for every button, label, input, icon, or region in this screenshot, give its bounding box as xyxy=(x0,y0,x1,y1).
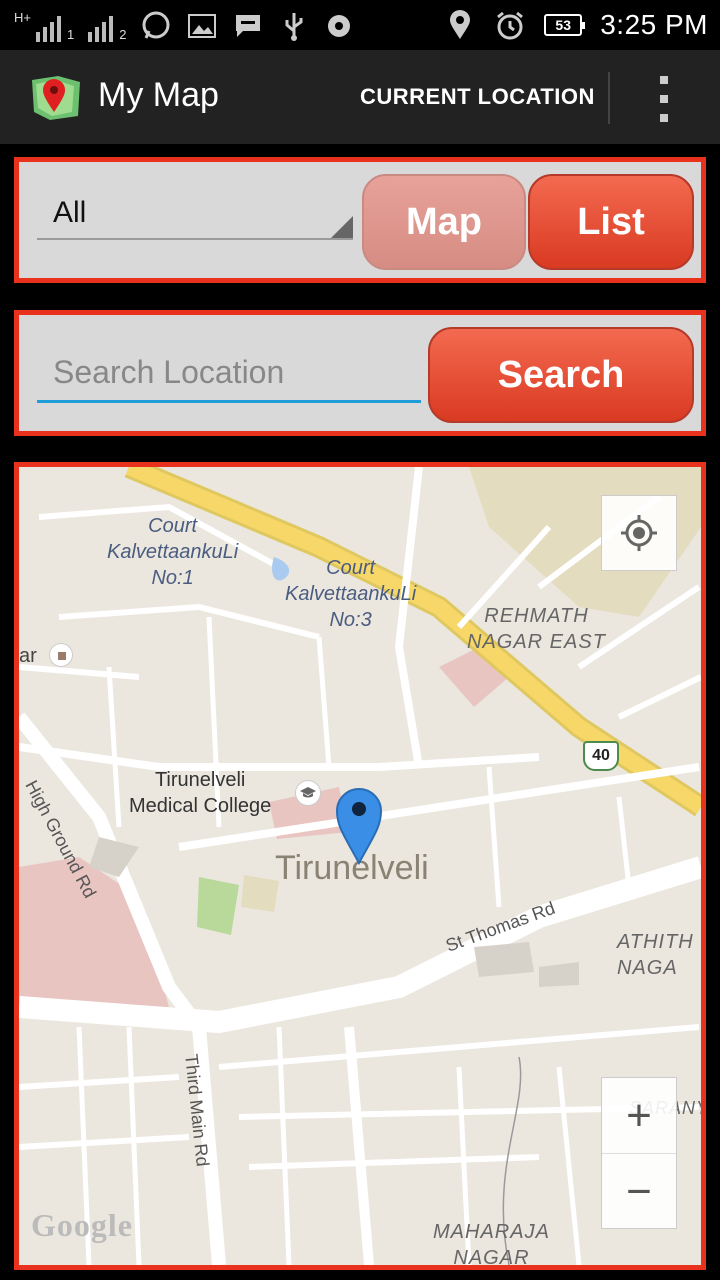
label-athith-nagar: ATHITH NAGA xyxy=(617,931,694,979)
battery-icon: 53 xyxy=(544,14,586,36)
sim2-label: 2 xyxy=(119,27,127,42)
usb-icon xyxy=(278,10,310,42)
ground-area xyxy=(241,875,279,912)
zoom-controls: + − xyxy=(601,1077,677,1229)
zoom-out-button[interactable]: − xyxy=(602,1154,676,1230)
list-button[interactable]: List xyxy=(528,174,694,270)
clock: 3:25 PM xyxy=(600,9,708,40)
zoom-in-button[interactable]: + xyxy=(602,1078,676,1154)
label-rehmath-nagar: REHMATH NAGAR EAST xyxy=(467,605,606,653)
status-bar: H+ 1 2 53 3:25 PM xyxy=(0,0,720,50)
dropdown-arrow-icon xyxy=(331,216,353,238)
alarm-icon xyxy=(494,9,526,41)
overflow-menu-icon[interactable] xyxy=(654,76,674,122)
label-court-3: Court KalvettaankuLi No:3 xyxy=(285,557,417,631)
search-button[interactable]: Search xyxy=(428,327,694,423)
location-icon xyxy=(444,9,476,41)
network-type: H+ xyxy=(14,10,31,25)
current-location-button[interactable]: CURRENT LOCATION xyxy=(360,84,595,110)
map-panel: Court KalvettaankuLi No:1 Court Kalvettaank… xyxy=(14,462,706,1270)
label-court-1: Court KalvettaankuLi No:1 xyxy=(107,515,239,589)
battery-level: 53 xyxy=(555,17,571,33)
sim1-label: 1 xyxy=(67,27,75,42)
label-medical-college: Tirunelveli Medical College xyxy=(129,769,272,817)
filter-panel: All Map List xyxy=(14,157,706,283)
label-ar: ar xyxy=(19,645,37,667)
map-view[interactable]: Court KalvettaankuLi No:1 Court Kalvettaank… xyxy=(19,467,701,1265)
status-left: H+ 1 2 xyxy=(14,8,356,42)
map-button[interactable]: Map xyxy=(362,174,526,270)
status-right: 53 3:25 PM xyxy=(444,8,708,42)
search-panel: Search xyxy=(14,310,706,436)
category-dropdown[interactable]: All xyxy=(37,174,353,240)
app-logo-icon[interactable] xyxy=(28,72,84,122)
location-pin-icon[interactable] xyxy=(335,785,383,866)
image-icon xyxy=(186,10,218,42)
message-icon xyxy=(232,10,264,42)
signal-sim1-icon: H+ 1 xyxy=(14,10,75,42)
crosshair-icon xyxy=(621,515,657,551)
search-location-input[interactable] xyxy=(37,345,421,403)
app-title: My Map xyxy=(98,76,219,114)
action-divider xyxy=(608,72,610,124)
poi-marker-icon[interactable] xyxy=(49,643,73,667)
signal-sim2-icon: 2 xyxy=(88,14,126,42)
whatsapp-icon xyxy=(140,10,172,42)
label-maharaja-nagar: MAHARAJA NAGAR xyxy=(433,1221,550,1269)
category-selected: All xyxy=(53,196,87,229)
my-location-button[interactable] xyxy=(601,495,677,571)
google-logo: Google xyxy=(31,1207,133,1243)
mute-icon xyxy=(324,10,356,42)
action-bar: My Map CURRENT LOCATION xyxy=(0,50,720,144)
college-poi-icon[interactable] xyxy=(295,780,321,806)
highway-number: 40 xyxy=(592,747,610,764)
highway-shield-icon: 40 xyxy=(583,741,619,771)
